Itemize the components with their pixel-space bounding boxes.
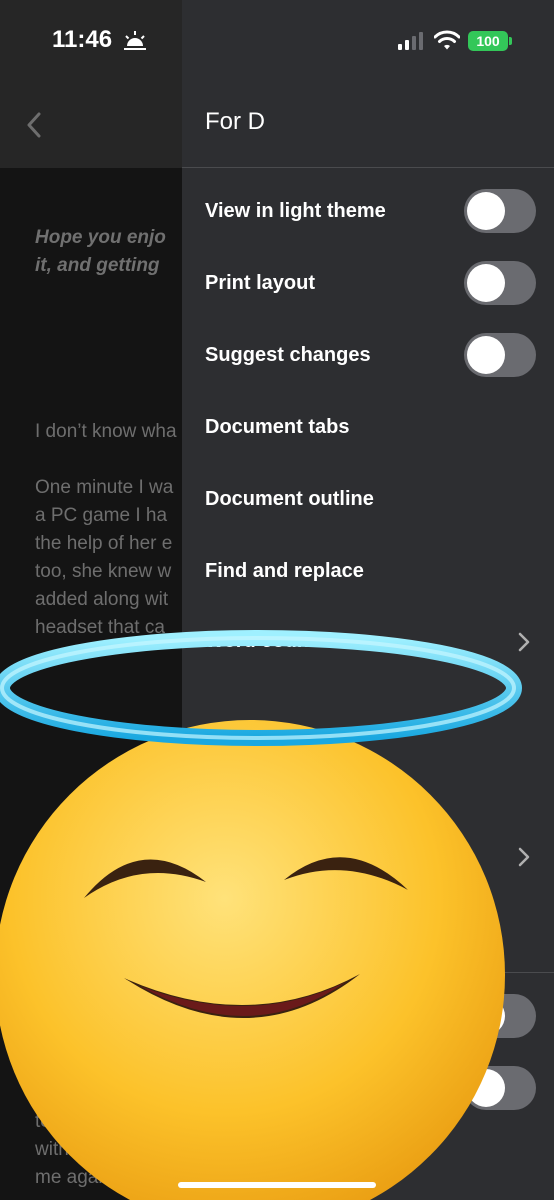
doc-body-line: a PC game I ha bbox=[35, 505, 168, 526]
status-time: 11:46 bbox=[52, 26, 113, 53]
menu-item-document-outline[interactable]: Document outline bbox=[205, 488, 374, 511]
divider bbox=[182, 167, 554, 168]
toggle-knob bbox=[467, 192, 505, 230]
toggle-knob bbox=[467, 264, 505, 302]
menu-item-suggest-changes[interactable]: Suggest changes bbox=[205, 344, 371, 367]
doc-body-line: One minute I wa bbox=[35, 477, 174, 498]
suggest-changes-toggle[interactable] bbox=[464, 333, 536, 377]
cellular-signal-icon bbox=[398, 32, 423, 50]
home-indicator[interactable] bbox=[178, 1182, 376, 1188]
battery-cap bbox=[509, 37, 512, 45]
menu-item-document-tabs[interactable]: Document tabs bbox=[205, 416, 349, 439]
wifi-icon bbox=[434, 30, 460, 50]
menu-item-light-theme[interactable]: View in light theme bbox=[205, 200, 386, 223]
doc-body-line: I don’t know wha bbox=[35, 421, 177, 442]
doc-intro-line: it, and getting bbox=[35, 255, 160, 276]
panel-title: For D bbox=[205, 108, 265, 135]
doc-body-line: added along wit bbox=[35, 589, 169, 610]
chevron-left-icon[interactable] bbox=[24, 110, 44, 140]
menu-item-find-replace[interactable]: Find and replace bbox=[205, 560, 364, 583]
smiling-face-with-halo-emoji bbox=[0, 630, 522, 1200]
status-bar: 11:46 100 bbox=[0, 0, 554, 80]
sunrise-icon bbox=[124, 31, 146, 50]
toggle-knob bbox=[467, 336, 505, 374]
battery-icon: 100 bbox=[468, 31, 508, 51]
doc-body-line: too, she knew w bbox=[35, 561, 172, 582]
menu-item-print-layout[interactable]: Print layout bbox=[205, 272, 315, 295]
print-layout-toggle[interactable] bbox=[464, 261, 536, 305]
doc-body-line: the help of her e bbox=[35, 533, 173, 554]
doc-intro-line: Hope you enjo bbox=[35, 227, 166, 248]
light-theme-toggle[interactable] bbox=[464, 189, 536, 233]
